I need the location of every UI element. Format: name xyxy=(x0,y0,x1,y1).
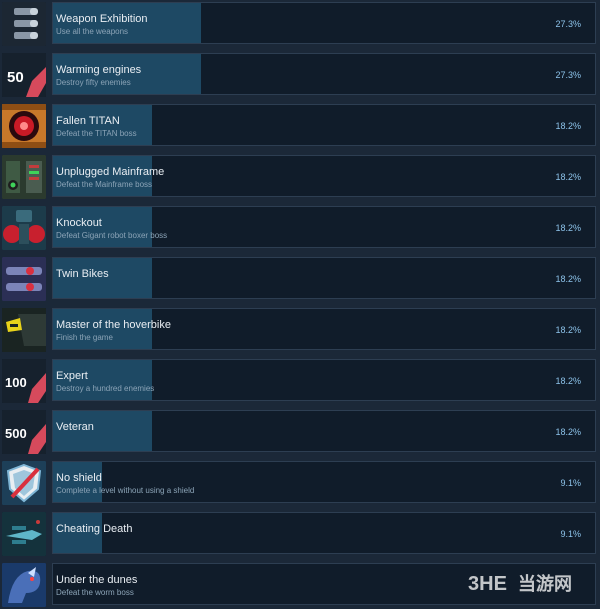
achievement-row[interactable]: Knockout Defeat Gigant robot boxer boss … xyxy=(0,204,600,252)
unlock-percentage: 18.2% xyxy=(555,376,581,386)
progress-bar: No shield Complete a level without using… xyxy=(52,461,596,503)
achievement-description: Defeat Gigant robot boxer boss xyxy=(56,231,168,240)
achievement-row[interactable]: Cheating Death 9.1% xyxy=(0,510,600,558)
hundred-badge-icon: 100 xyxy=(2,359,46,403)
unlock-percentage: 18.2% xyxy=(555,274,581,284)
unlock-percentage: 18.2% xyxy=(555,325,581,335)
achievement-title: Weapon Exhibition xyxy=(56,13,148,25)
unlock-percentage: 18.2% xyxy=(555,427,581,437)
progress-bar: Weapon Exhibition Use all the weapons 27… xyxy=(52,2,596,44)
achievement-row[interactable]: Unplugged Mainframe Defeat the Mainframe… xyxy=(0,153,600,201)
progress-bar: Cheating Death 9.1% xyxy=(52,512,596,554)
achievement-title: Expert xyxy=(56,370,88,382)
ship-icon xyxy=(2,512,46,556)
achievement-row[interactable]: 500 Veteran 18.2% xyxy=(0,408,600,456)
achievement-title: Twin Bikes xyxy=(56,268,109,280)
unlock-percentage: 9.1% xyxy=(560,478,581,488)
achievement-row[interactable]: 100 Expert Destroy a hundred enemies 18.… xyxy=(0,357,600,405)
achievement-title: Fallen TITAN xyxy=(56,115,120,127)
achievement-description: Defeat the worm boss xyxy=(56,588,134,597)
progress-bar: Unplugged Mainframe Defeat the Mainframe… xyxy=(52,155,596,197)
achievement-row[interactable]: Twin Bikes 18.2% xyxy=(0,255,600,303)
achievement-description: Complete a level without using a shield xyxy=(56,486,195,495)
watermark: 3HE 当游网 xyxy=(466,568,594,598)
achievement-description: Destroy a hundred enemies xyxy=(56,384,155,393)
achievement-description: Use all the weapons xyxy=(56,27,129,36)
unlock-percentage: 18.2% xyxy=(555,172,581,182)
achievement-title: Veteran xyxy=(56,421,94,433)
achievement-description: Defeat the Mainframe boss xyxy=(56,180,153,189)
unlock-percentage: 18.2% xyxy=(555,121,581,131)
robot-boxer-icon xyxy=(2,206,46,250)
achievement-title: Cheating Death xyxy=(56,523,133,535)
worm-icon xyxy=(2,563,46,607)
progress-bar: Fallen TITAN Defeat the TITAN boss 18.2% xyxy=(52,104,596,146)
mainframe-icon xyxy=(2,155,46,199)
achievement-description: Defeat the TITAN boss xyxy=(56,129,137,138)
unlock-percentage: 27.3% xyxy=(555,70,581,80)
achievement-title: Master of the hoverbike xyxy=(56,319,171,331)
svg-text:100: 100 xyxy=(5,375,27,390)
achievement-description: Finish the game xyxy=(56,333,113,342)
progress-bar: Master of the hoverbike Finish the game … xyxy=(52,308,596,350)
achievement-row[interactable]: 50 Warming engines Destroy fifty enemies… xyxy=(0,51,600,99)
watermark-site: 当游网 xyxy=(518,573,572,594)
achievement-row[interactable]: Weapon Exhibition Use all the weapons 27… xyxy=(0,0,600,48)
achievement-description: Destroy fifty enemies xyxy=(56,78,131,87)
achievement-title: Unplugged Mainframe xyxy=(56,166,165,178)
watermark-brand: 3HE xyxy=(468,573,507,595)
achievement-row[interactable]: No shield Complete a level without using… xyxy=(0,459,600,507)
bullets-icon xyxy=(2,2,46,46)
svg-text:50: 50 xyxy=(7,69,24,86)
progress-bar: Knockout Defeat Gigant robot boxer boss … xyxy=(52,206,596,248)
achievement-row[interactable]: Master of the hoverbike Finish the game … xyxy=(0,306,600,354)
achievement-title: Knockout xyxy=(56,217,102,229)
shield-icon xyxy=(2,461,46,505)
unlock-percentage: 27.3% xyxy=(555,19,581,29)
five-hundred-badge-icon: 500 xyxy=(2,410,46,454)
fifty-badge-icon: 50 xyxy=(2,53,46,97)
titan-eye-icon xyxy=(2,104,46,148)
achievement-title: Warming engines xyxy=(56,64,142,76)
hoverbike-icon xyxy=(2,308,46,352)
unlock-percentage: 18.2% xyxy=(555,223,581,233)
svg-text:500: 500 xyxy=(5,426,27,441)
achievement-title: No shield xyxy=(56,472,102,484)
twin-bikes-icon xyxy=(2,257,46,301)
progress-bar: Veteran 18.2% xyxy=(52,410,596,452)
progress-bar: Twin Bikes 18.2% xyxy=(52,257,596,299)
achievement-row[interactable]: Fallen TITAN Defeat the TITAN boss 18.2% xyxy=(0,102,600,150)
progress-bar: Warming engines Destroy fifty enemies 27… xyxy=(52,53,596,95)
achievement-title: Under the dunes xyxy=(56,574,138,586)
unlock-percentage: 9.1% xyxy=(560,529,581,539)
progress-bar: Expert Destroy a hundred enemies 18.2% xyxy=(52,359,596,401)
